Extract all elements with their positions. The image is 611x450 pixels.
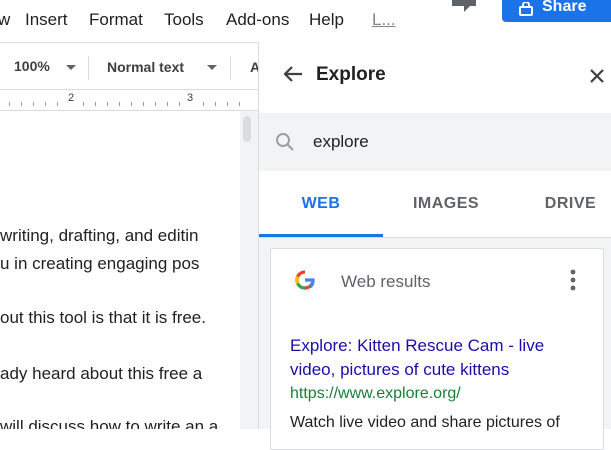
- ruler-tick: [179, 102, 180, 106]
- paragraph-style-value: Normal text: [107, 59, 185, 75]
- ruler-tick: [107, 102, 108, 106]
- menu-insert[interactable]: Insert: [25, 10, 68, 30]
- ruler-tick: [119, 102, 120, 106]
- ruler-tick: [131, 102, 132, 106]
- ruler-tick: [227, 102, 228, 106]
- google-logo-icon: [295, 270, 315, 290]
- share-button[interactable]: Share: [502, 0, 611, 22]
- document-line: writing, drafting, and editin: [0, 226, 199, 245]
- ruler-tick: [57, 102, 58, 106]
- caret-down-icon: [66, 65, 76, 70]
- ruler-tick: [155, 102, 156, 106]
- menu-last-edit[interactable]: L...: [372, 10, 396, 30]
- back-arrow-icon[interactable]: [283, 65, 303, 83]
- document-page[interactable]: writing, drafting, and editin u in creat…: [0, 111, 240, 429]
- chat-icon[interactable]: [450, 0, 478, 14]
- menu-format[interactable]: Format: [89, 10, 143, 30]
- document-scrollbar[interactable]: [243, 116, 251, 142]
- ruler-tick: [95, 102, 96, 106]
- result-title-link[interactable]: Explore: Kitten Rescue Cam - live video,…: [290, 334, 590, 382]
- result-tabs: WEB IMAGES DRIVE: [259, 171, 611, 238]
- tab-drive[interactable]: DRIVE: [509, 171, 611, 237]
- ruler-tick: [143, 102, 144, 106]
- panel-title: Explore: [316, 64, 386, 85]
- ruler-tick: [83, 102, 84, 106]
- card-header: Web results: [341, 272, 431, 291]
- document-line: ady heard about this free a: [0, 364, 203, 383]
- ruler-tick: [45, 102, 46, 106]
- search-input[interactable]: [313, 130, 593, 154]
- menu-tools[interactable]: Tools: [164, 10, 204, 30]
- zoom-value: 100%: [14, 58, 50, 74]
- menu-view[interactable]: w: [0, 10, 10, 30]
- ruler-tick: [167, 102, 168, 106]
- explore-panel: Explore WEB IMAGES DRIVE Web results Exp…: [258, 42, 611, 450]
- menu-help[interactable]: Help: [309, 10, 344, 30]
- web-results-card: Web results Explore: Kitten Rescue Cam -…: [270, 248, 604, 450]
- ruler-tick: [33, 102, 34, 106]
- tab-images[interactable]: IMAGES: [383, 171, 509, 237]
- active-tab-indicator: [259, 234, 383, 237]
- result-snippet: Watch live video and share pictures of: [290, 414, 560, 431]
- document-line: will discuss how to write an a: [0, 417, 219, 429]
- caret-down-icon: [207, 65, 217, 70]
- menu-addons[interactable]: Add-ons: [226, 10, 289, 30]
- search-bar: [259, 113, 611, 171]
- tab-web[interactable]: WEB: [259, 171, 383, 237]
- share-label: Share: [542, 0, 587, 15]
- close-icon[interactable]: [589, 68, 605, 84]
- ruler-tick: [239, 102, 240, 106]
- lock-icon: [519, 2, 533, 16]
- ruler-tick: [203, 102, 204, 106]
- document-line: u in creating engaging pos: [0, 254, 200, 273]
- ruler-number: 2: [68, 92, 75, 104]
- ruler-tick: [9, 102, 10, 106]
- ruler-tick: [215, 102, 216, 106]
- toolbar-separator: [230, 56, 231, 80]
- toolbar: 100% Normal text A: [0, 43, 260, 89]
- document-scroll-track: [240, 111, 258, 429]
- menu-bar: w Insert Format Tools Add-ons Help L... …: [0, 0, 611, 42]
- document-line: out this tool is that it is free.: [0, 308, 206, 327]
- ruler: 2 3: [0, 90, 258, 111]
- more-vert-icon[interactable]: [569, 269, 577, 291]
- toolbar-separator: [88, 56, 89, 80]
- ruler-number: 3: [187, 92, 194, 104]
- result-url[interactable]: https://www.explore.org/: [290, 385, 461, 403]
- search-icon: [276, 133, 294, 151]
- ruler-tick: [21, 102, 22, 106]
